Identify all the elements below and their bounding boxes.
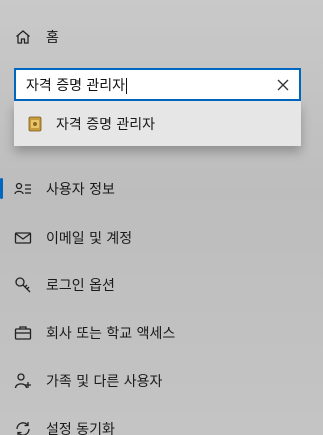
search-suggestion-label: 자격 증명 관리자 (56, 116, 156, 133)
nav-home-label: 홈 (46, 30, 59, 46)
person-list-icon (14, 180, 32, 198)
credential-manager-icon (28, 116, 42, 132)
key-icon (14, 276, 32, 294)
nav-item-label: 이메일 및 계정 (46, 231, 133, 247)
nav-family-other-users[interactable]: 가족 및 다른 사용자 (0, 361, 323, 401)
nav-work-school[interactable]: 회사 또는 학교 액세스 (0, 313, 323, 353)
nav-item-label: 설정 동기화 (46, 422, 115, 435)
sync-icon (14, 420, 32, 435)
clear-search-button[interactable] (273, 75, 293, 95)
briefcase-icon (14, 324, 32, 342)
close-icon (277, 79, 289, 90)
nav-item-label: 사용자 정보 (46, 182, 115, 198)
nav-your-info[interactable]: 사용자 정보 (0, 169, 323, 209)
nav-home[interactable]: 홈 (0, 17, 323, 57)
text-caret (126, 77, 128, 94)
nav-item-label: 로그인 옵션 (46, 278, 115, 294)
search-suggestion-item[interactable]: 자격 증명 관리자 (28, 101, 301, 146)
search-suggestion-list: 자격 증명 관리자 (14, 101, 301, 146)
home-icon (14, 28, 32, 46)
nav-email-accounts[interactable]: 이메일 및 계정 (0, 218, 323, 258)
nav-sync-settings[interactable]: 설정 동기화 (0, 409, 323, 435)
nav-sign-in-options[interactable]: 로그인 옵션 (0, 265, 323, 305)
mail-icon (14, 229, 32, 247)
person-add-icon (14, 372, 32, 390)
nav-item-label: 회사 또는 학교 액세스 (46, 326, 176, 342)
search-box[interactable]: 자격 증명 관리자 (14, 68, 301, 101)
search-input[interactable]: 자격 증명 관리자 (26, 75, 273, 95)
nav-item-label: 가족 및 다른 사용자 (46, 374, 163, 390)
